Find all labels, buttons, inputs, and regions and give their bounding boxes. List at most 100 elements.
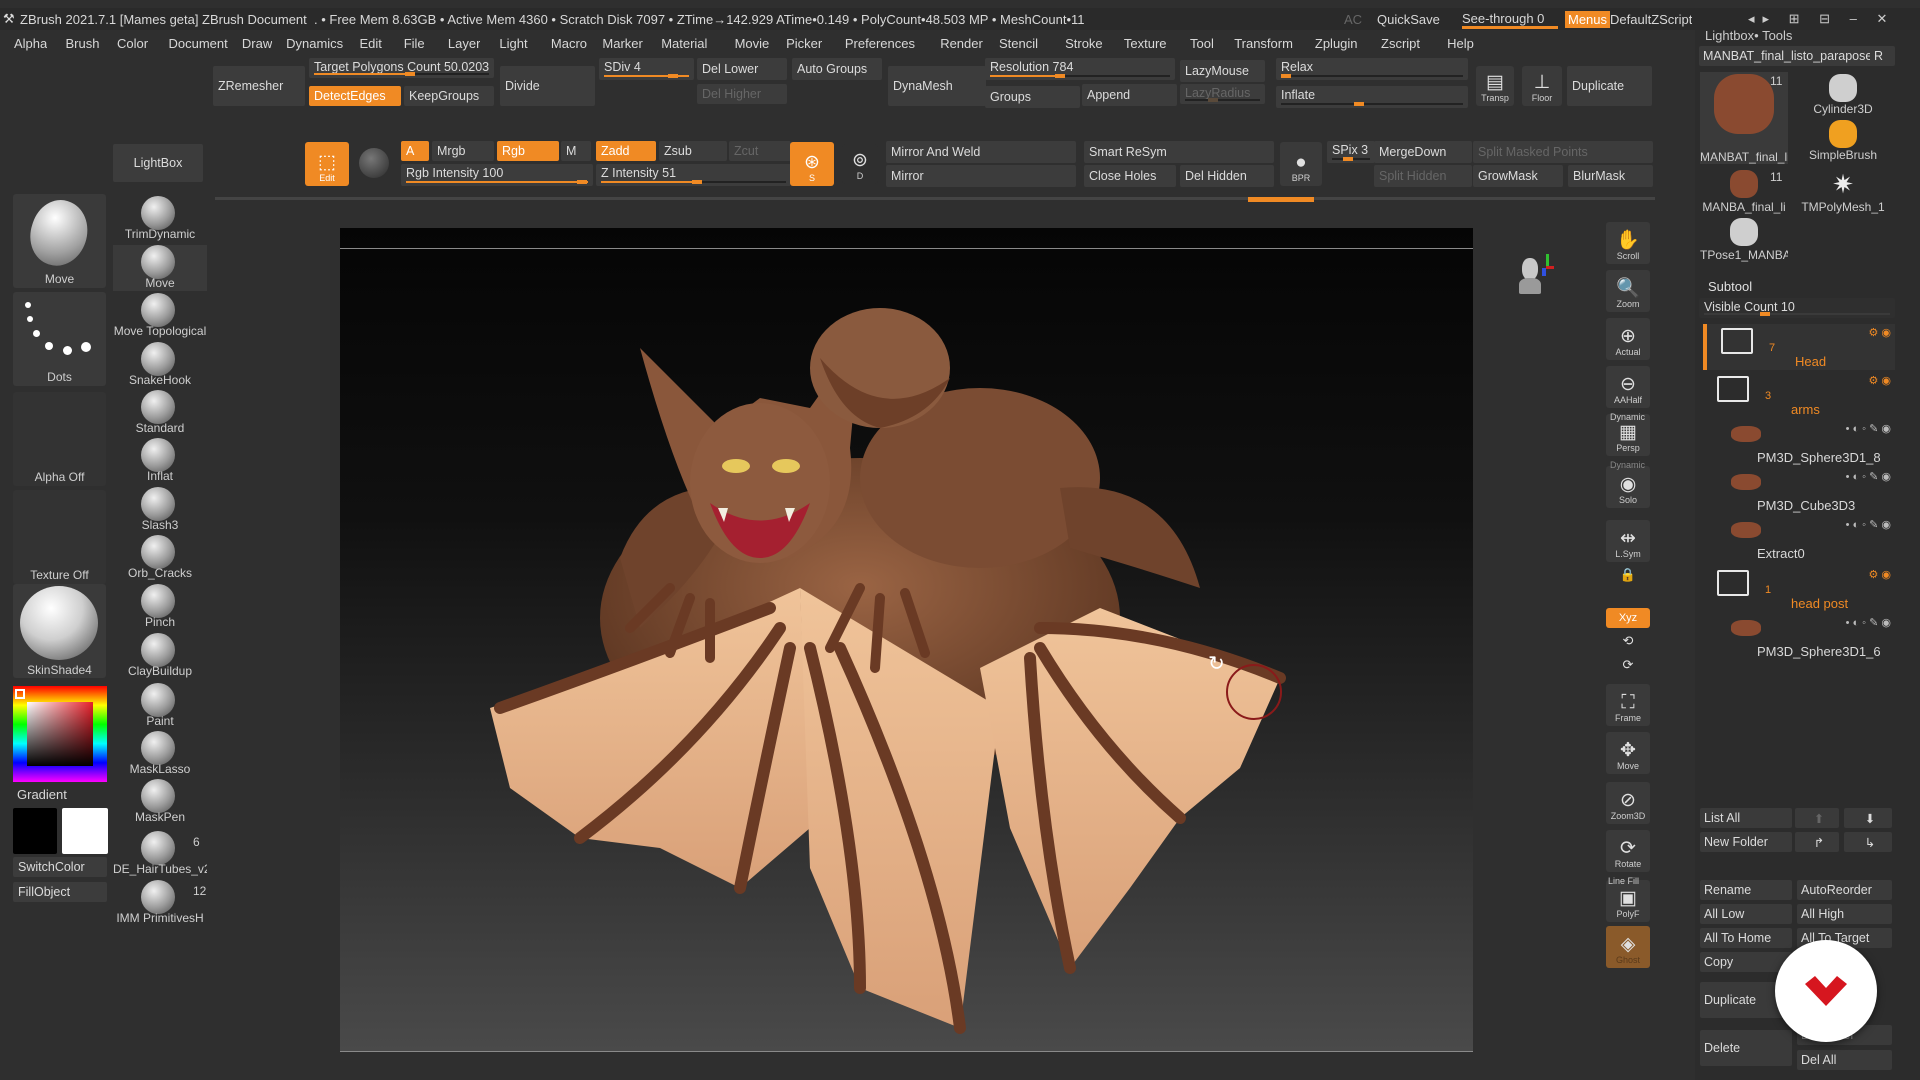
spix-slider[interactable]: SPix 3 (1327, 141, 1375, 163)
close-holes-button[interactable]: Close Holes (1084, 165, 1176, 187)
shelf-button-xyz[interactable]: Xyz (1606, 608, 1650, 628)
menu-color[interactable]: Color (117, 36, 148, 51)
split-masked-button[interactable]: Split Masked Points (1473, 141, 1653, 163)
window-controls[interactable]: ◂▸ ⊞ ⊟ – ✕ (1748, 11, 1895, 27)
toggle-eye-icon[interactable]: • ◐ ◦ ✎ ◉ (1846, 616, 1891, 629)
subtool-row-4[interactable]: Extract0 • ◐ ◦ ✎ ◉ (1703, 516, 1895, 562)
brush-slot-0[interactable]: TrimDynamic (113, 196, 207, 242)
zremesher-button[interactable]: ZRemesher (213, 66, 305, 106)
shelf-button-frame[interactable]: ⛶ Frame (1606, 684, 1650, 726)
shelf-button-nav-7[interactable]: 🔒 (1606, 566, 1650, 586)
lightbox-button[interactable]: LightBox (113, 144, 203, 182)
mirror-weld-button[interactable]: Mirror And Weld (886, 141, 1076, 163)
canvas[interactable]: ↻ (340, 228, 1473, 1052)
d-button[interactable]: ⊚ D (842, 144, 878, 184)
inflate-slider[interactable]: Inflate (1276, 86, 1468, 108)
symmetry-s-button[interactable]: ⊛ S (790, 142, 834, 186)
color-picker[interactable] (13, 686, 107, 782)
subtool-row-1[interactable]: 3 arms ⚙ ◉ (1703, 372, 1895, 418)
del-lower-button[interactable]: Del Lower (697, 58, 787, 80)
growmask-button[interactable]: GrowMask (1473, 165, 1563, 187)
shelf-button-rotate[interactable]: ⟳ Rotate (1606, 830, 1650, 872)
menu-alpha[interactable]: Alpha (14, 36, 47, 51)
menu-macro[interactable]: Macro (551, 36, 587, 51)
zsub-toggle[interactable]: Zsub (659, 141, 727, 161)
a-toggle[interactable]: A (401, 141, 429, 161)
autoreorder-button[interactable]: AutoReorder (1797, 880, 1892, 900)
new-folder-button[interactable]: New Folder (1700, 832, 1792, 852)
m-toggle[interactable]: M (561, 141, 591, 161)
tool-thumb-3[interactable]: MANBA_final_li 11 (1700, 168, 1788, 214)
menu-stroke[interactable]: Stroke (1065, 36, 1103, 51)
brush-slot-13[interactable]: DE_HairTubes_v2 6 (113, 831, 207, 877)
all-low-button[interactable]: All Low (1700, 904, 1792, 924)
alpha-slot[interactable]: Alpha Off (13, 392, 106, 486)
auto-groups-button[interactable]: Auto Groups (792, 58, 882, 80)
switchcolor-button[interactable]: SwitchColor (13, 857, 107, 877)
visible-count-slider[interactable]: Visible Count 10 (1699, 298, 1895, 318)
shelf-button-move[interactable]: ✥ Move (1606, 732, 1650, 774)
menu-movie[interactable]: Movie (735, 36, 770, 51)
material-slot[interactable]: SkinShade4 (13, 584, 106, 678)
folder-gear-eye-icon[interactable]: ⚙ ◉ (1868, 326, 1891, 339)
del-all-button[interactable]: Del All (1797, 1050, 1892, 1070)
z-intensity-slider[interactable]: Z Intensity 51 (596, 164, 791, 186)
menu-stencil[interactable]: Stencil (999, 36, 1038, 51)
brush-slot-5[interactable]: Inflat (113, 438, 207, 484)
brush-slot-6[interactable]: Slash3 (113, 487, 207, 533)
r-button[interactable]: R (1870, 46, 1894, 66)
target-polygons-slider[interactable]: Target Polygons Count 50.0203 (309, 58, 494, 78)
mirror-button[interactable]: Mirror (886, 165, 1076, 187)
relax-slider[interactable]: Relax (1276, 58, 1468, 80)
tool-thumb-4[interactable]: ✷ TMPolyMesh_1 (1794, 168, 1892, 214)
keep-groups-button[interactable]: KeepGroups (404, 86, 494, 106)
all-high-button[interactable]: All High (1797, 904, 1892, 924)
mergedown-button[interactable]: MergeDown (1374, 141, 1472, 163)
menu-tool[interactable]: Tool (1190, 36, 1214, 51)
split-hidden-button[interactable]: Split Hidden (1374, 165, 1472, 187)
bpr-button[interactable]: ● BPR (1280, 142, 1322, 186)
subtool-title[interactable]: Subtool (1708, 279, 1752, 294)
groups-button[interactable]: Groups (985, 86, 1080, 108)
shelf-button-lsym[interactable]: ⇹ L.Sym (1606, 520, 1650, 562)
secondary-color-swatch[interactable] (13, 808, 57, 854)
brush-slot-10[interactable]: Paint (113, 683, 207, 729)
brush-slot-3[interactable]: SnakeHook (113, 342, 207, 388)
shelf-button-aahalf[interactable]: ⊖ AAHalf (1606, 366, 1650, 408)
brush-slot-11[interactable]: MaskLasso (113, 731, 207, 777)
toggle-eye-icon[interactable]: • ◐ ◦ ✎ ◉ (1846, 518, 1891, 531)
tool-thumb-2[interactable]: SimpleBrush (1794, 118, 1892, 162)
main-color-swatch[interactable] (62, 808, 108, 854)
shelf-button-zoom[interactable]: 🔍 Zoom (1606, 270, 1650, 312)
menu-transform[interactable]: Transform (1234, 36, 1293, 51)
menu-layer[interactable]: Layer (448, 36, 481, 51)
subtool-row-5[interactable]: 1 head post ⚙ ◉ (1703, 566, 1895, 612)
lazymouse-button[interactable]: LazyMouse (1180, 60, 1265, 82)
floor-button[interactable]: ⊥ Floor (1522, 66, 1562, 106)
brush-slot-7[interactable]: Orb_Cracks (113, 535, 207, 581)
menu-preferences[interactable]: Preferences (845, 36, 915, 51)
brush-slot-8[interactable]: Pinch (113, 584, 207, 630)
tool-thumb-5[interactable]: TPose1_MANBA (1700, 216, 1788, 262)
detect-edges-button[interactable]: DetectEdges (309, 86, 401, 106)
lazyradius-slider[interactable]: LazyRadius (1180, 84, 1265, 104)
shelf-button-zoom3d[interactable]: ⊘ Zoom3D (1606, 782, 1650, 824)
menu-texture[interactable]: Texture (1124, 36, 1167, 51)
default-zscript-button[interactable]: DefaultZScript (1610, 12, 1692, 27)
del-hidden-button[interactable]: Del Hidden (1180, 165, 1274, 187)
menu-dynamics[interactable]: Dynamics (286, 36, 343, 51)
zcut-toggle[interactable]: Zcut (729, 141, 791, 161)
timeline-strip[interactable] (215, 197, 1655, 202)
current-tool-field[interactable]: MANBAT_final_listo_parapose (1699, 46, 1895, 66)
fillobject-button[interactable]: FillObject (13, 882, 107, 902)
see-through-slider[interactable]: See-through 0 (1462, 11, 1558, 29)
menu-document[interactable]: Document (169, 36, 228, 51)
sdiv-slider[interactable]: SDiv 4 (599, 58, 694, 80)
shelf-button-nav-10[interactable]: ⟳ (1606, 656, 1650, 676)
folder-gear-eye-icon[interactable]: ⚙ ◉ (1868, 568, 1891, 581)
shelf-button-ghost[interactable]: ◈ Ghost (1606, 926, 1650, 968)
rename-button[interactable]: Rename (1700, 880, 1792, 900)
texture-slot[interactable]: Texture Off (13, 490, 106, 584)
shelf-button-polyf[interactable]: ▣ PolyF (1606, 880, 1650, 922)
brush-slot-4[interactable]: Standard (113, 390, 207, 436)
